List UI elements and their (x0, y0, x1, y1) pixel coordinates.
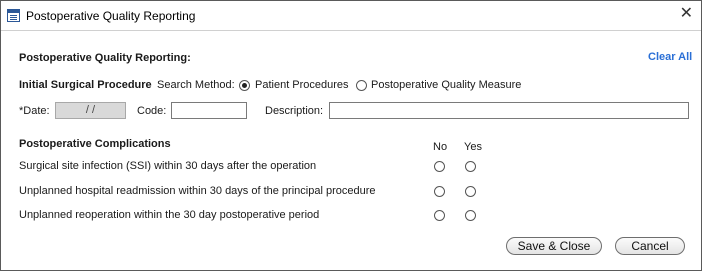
complication-no-radio[interactable] (434, 186, 445, 197)
complication-no-radio[interactable] (434, 210, 445, 221)
complication-label: Unplanned hospital readmission within 30… (19, 185, 376, 197)
radio-patient-procedures-label: Patient Procedures (255, 79, 349, 91)
radio-quality-measure-label: Postoperative Quality Measure (371, 79, 522, 91)
description-label: Description: (265, 105, 324, 117)
close-icon[interactable]: ✕ (680, 6, 693, 22)
col-no-header: No (433, 141, 448, 153)
col-yes-header: Yes (464, 141, 482, 153)
date-label: *Date: (19, 105, 50, 117)
complication-label: Surgical site infection (SSI) within 30 … (19, 160, 317, 172)
cancel-button[interactable]: Cancel (615, 237, 685, 255)
complication-yes-radio[interactable] (465, 186, 476, 197)
code-field[interactable] (171, 102, 247, 119)
dialog-window: Postoperative Quality Reporting ✕ Postop… (0, 0, 702, 271)
save-close-button[interactable]: Save & Close (506, 237, 602, 255)
complication-yes-radio[interactable] (465, 210, 476, 221)
complication-label: Unplanned reoperation within the 30 day … (19, 209, 320, 221)
complications-heading: Postoperative Complications (19, 138, 171, 150)
section-heading: Postoperative Quality Reporting: (19, 52, 191, 64)
search-method-label: Search Method: (157, 79, 235, 91)
clear-all-link[interactable]: Clear All (648, 51, 692, 63)
date-field[interactable]: / / (55, 102, 126, 119)
complication-no-radio[interactable] (434, 161, 445, 172)
title-bar: Postoperative Quality Reporting ✕ (1, 1, 701, 31)
complication-yes-radio[interactable] (465, 161, 476, 172)
code-label: Code: (137, 105, 167, 117)
table-icon (7, 9, 20, 22)
radio-quality-measure[interactable] (356, 80, 367, 91)
radio-patient-procedures[interactable] (239, 80, 250, 91)
initial-procedure-label: Initial Surgical Procedure (19, 79, 152, 91)
window-title: Postoperative Quality Reporting (26, 9, 196, 23)
description-field[interactable] (329, 102, 689, 119)
